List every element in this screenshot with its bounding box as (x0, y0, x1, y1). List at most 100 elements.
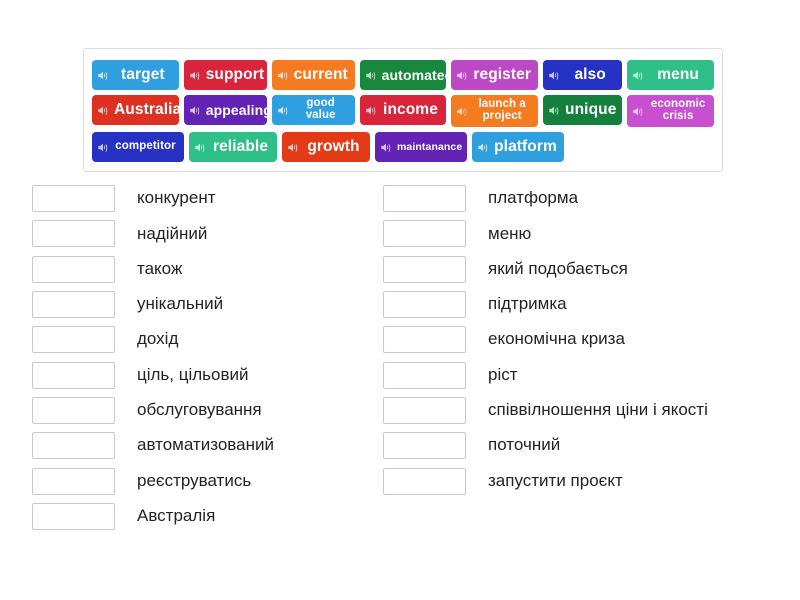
speaker-icon[interactable] (287, 141, 300, 154)
speaker-icon[interactable] (365, 69, 378, 82)
speaker-icon[interactable] (189, 104, 202, 117)
speaker-icon[interactable] (97, 69, 110, 82)
word-tile-label: launch a project (478, 98, 526, 122)
answer-label: меню (488, 223, 532, 243)
drop-slot[interactable] (32, 291, 115, 319)
drop-slot[interactable] (32, 326, 115, 354)
word-bank-container: target support current automated register als… (83, 48, 723, 172)
word-tile-label: also (574, 66, 606, 84)
drop-slot[interactable] (32, 396, 115, 424)
word-tile-label: growth (307, 138, 360, 156)
answer-label: поточний (488, 435, 561, 455)
answer-row: підтримка (383, 287, 775, 322)
word-tile[interactable]: support (183, 60, 267, 90)
word-tile[interactable]: reliable (189, 132, 277, 162)
word-tile[interactable]: unique (543, 95, 623, 125)
answer-label: ріст (488, 364, 518, 384)
answer-label: надійний (137, 223, 208, 243)
word-tile[interactable]: growth (282, 132, 370, 162)
answer-column-right: платформа меню який подобається підтримка ек… (375, 181, 775, 499)
answer-label: автоматизований (137, 435, 274, 455)
word-tile-label: appealing (205, 101, 267, 118)
word-bank-row: Australia appealing good value income launch… (92, 95, 714, 127)
answer-row: ріст (383, 357, 775, 392)
answer-label: підтримка (488, 294, 567, 314)
drop-slot[interactable] (32, 502, 115, 530)
answer-row: конкурент (32, 181, 375, 216)
answer-row: поточний (383, 428, 775, 463)
speaker-icon[interactable] (548, 69, 561, 82)
speaker-icon[interactable] (477, 141, 490, 154)
word-tile[interactable]: maintanance (375, 132, 467, 162)
word-tile[interactable]: platform (472, 132, 564, 162)
word-tile[interactable]: good value (271, 95, 355, 125)
answer-label: обслуговування (137, 400, 262, 420)
word-tile[interactable]: Australia (92, 95, 179, 125)
word-tile-label: competitor (115, 140, 176, 153)
drop-slot[interactable] (383, 185, 466, 213)
answer-area: конкурент надійний також унікальний дохід ціл… (0, 181, 800, 534)
answer-label: платформа (488, 188, 579, 208)
speaker-icon[interactable] (97, 104, 110, 117)
drop-slot[interactable] (383, 291, 466, 319)
word-tile[interactable]: competitor (92, 132, 184, 162)
speaker-icon[interactable] (189, 69, 202, 82)
word-tile-label: income (383, 101, 438, 119)
drop-slot[interactable] (32, 255, 115, 283)
word-tile[interactable]: target (92, 60, 179, 90)
speaker-icon[interactable] (632, 69, 645, 82)
word-tile[interactable]: automated (359, 60, 447, 90)
word-tile[interactable]: appealing (183, 95, 267, 125)
word-tile[interactable]: launch a project (451, 95, 539, 127)
word-tile[interactable]: register (451, 60, 539, 90)
answer-row: ціль, цільовий (32, 357, 375, 392)
drop-slot[interactable] (32, 185, 115, 213)
speaker-icon[interactable] (365, 104, 378, 117)
word-tile-label: Australia (114, 101, 179, 119)
answer-label: конкурент (137, 188, 216, 208)
word-tile[interactable]: income (359, 95, 447, 125)
answer-label: економічна криза (488, 329, 625, 349)
word-tile-label: current (293, 66, 348, 84)
word-bank-row: target support current automated register als… (92, 60, 714, 90)
word-tile[interactable]: economic crisis (627, 95, 714, 127)
speaker-icon[interactable] (97, 141, 110, 154)
word-tile[interactable]: current (271, 60, 355, 90)
drop-slot[interactable] (32, 220, 115, 248)
answer-column-left: конкурент надійний також унікальний дохід ціл… (0, 181, 375, 534)
speaker-icon[interactable] (632, 105, 645, 118)
word-tile[interactable]: menu (627, 60, 714, 90)
drop-slot[interactable] (383, 220, 466, 248)
speaker-icon[interactable] (548, 104, 561, 117)
speaker-icon[interactable] (380, 141, 393, 154)
drop-slot[interactable] (32, 361, 115, 389)
drop-slot[interactable] (383, 361, 466, 389)
answer-row: співвілношення ціни і якості (383, 393, 775, 428)
word-tile-label: unique (565, 101, 617, 119)
answer-row: платформа (383, 181, 775, 216)
drop-slot[interactable] (32, 432, 115, 460)
answer-label: Австралія (137, 505, 216, 525)
word-tile[interactable]: also (543, 60, 623, 90)
drop-slot[interactable] (32, 467, 115, 495)
word-tile-label: maintanance (397, 140, 463, 153)
speaker-icon[interactable] (456, 105, 469, 118)
speaker-icon[interactable] (277, 69, 290, 82)
answer-label: який подобається (488, 258, 628, 278)
answer-row: реєструватись (32, 463, 375, 498)
word-tile-label: automated (381, 66, 447, 83)
drop-slot[interactable] (383, 467, 466, 495)
answer-label: співвілношення ціни і якості (488, 400, 708, 420)
drop-slot[interactable] (383, 326, 466, 354)
drop-slot[interactable] (383, 432, 466, 460)
word-tile-label: target (121, 66, 165, 84)
word-tile-label: good value (305, 97, 336, 121)
speaker-icon[interactable] (456, 69, 469, 82)
drop-slot[interactable] (383, 255, 466, 283)
speaker-icon[interactable] (277, 104, 290, 117)
drop-slot[interactable] (383, 396, 466, 424)
answer-row: економічна криза (383, 322, 775, 357)
speaker-icon[interactable] (194, 141, 207, 154)
answer-label: дохід (137, 329, 179, 349)
answer-label: запустити проєкт (488, 470, 623, 490)
